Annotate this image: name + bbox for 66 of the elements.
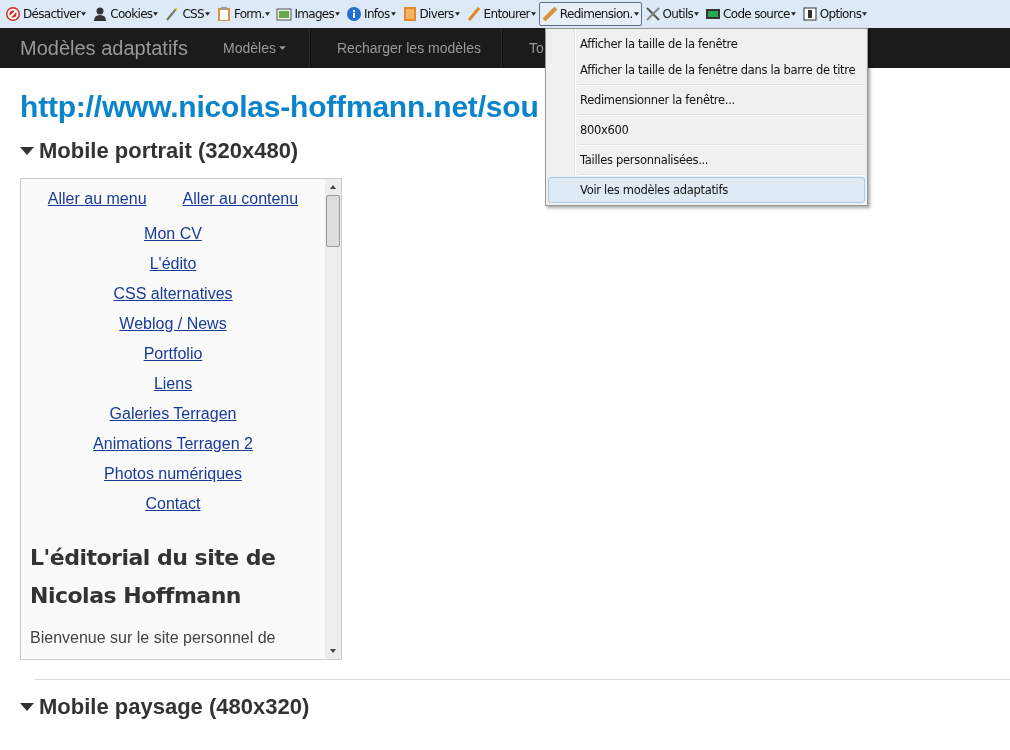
scroll-down-icon[interactable] (330, 649, 336, 653)
nav-link[interactable]: Contact (145, 495, 201, 513)
toolbar-button[interactable]: Infos (343, 2, 399, 26)
menu-item[interactable]: Voir les modèles adaptatifs (548, 177, 865, 203)
nav-link[interactable]: Liens (153, 375, 193, 393)
nav-item[interactable]: Recharger les modèles (310, 28, 502, 68)
section-title: Mobile paysage (480x320) (39, 694, 310, 720)
scroll-thumb[interactable] (326, 195, 340, 247)
caret-icon (530, 12, 536, 16)
toolbar-button[interactable]: Cookies (89, 2, 162, 26)
caret-icon (790, 12, 796, 16)
caret-icon (335, 12, 341, 16)
options-icon (801, 6, 818, 22)
brand-title[interactable]: Modèles adaptatifs (0, 28, 203, 68)
caret-icon (862, 12, 868, 16)
nav-link[interactable]: Photos numériques (104, 465, 242, 483)
caret-icon (81, 12, 87, 16)
book-icon (401, 6, 418, 22)
page-url[interactable]: http://www.nicolas-hoffmann.net/sou (20, 90, 539, 124)
nav-link[interactable]: Portfolio (143, 345, 203, 363)
toolbar-button[interactable]: Images (273, 2, 344, 26)
toolbar-button[interactable]: Options (798, 2, 871, 26)
caret-icon (265, 12, 271, 16)
menu-item[interactable]: Tailles personnalisées... (548, 147, 865, 173)
scrollbar[interactable] (325, 179, 341, 659)
forbidden-icon (5, 6, 21, 22)
skip-link[interactable]: Aller au menu (47, 190, 147, 208)
toggle-triangle-icon[interactable] (20, 703, 34, 711)
nav-item[interactable]: Modèles (203, 28, 310, 68)
toggle-triangle-icon[interactable] (20, 147, 34, 155)
nav-link[interactable]: Animations Terragen 2 (93, 435, 253, 453)
caret-icon (454, 12, 460, 16)
toolbar-button[interactable]: Désactiver (2, 2, 90, 26)
monitor-icon (705, 6, 722, 22)
clipboard-icon (215, 6, 232, 22)
caret-icon (153, 12, 159, 16)
caret-icon (694, 12, 700, 16)
pencil-icon (465, 6, 482, 22)
toolbar-button[interactable]: Form. (212, 2, 274, 26)
wand-icon (164, 6, 181, 22)
person-icon (92, 6, 109, 22)
menu-item[interactable]: 800x600 (548, 117, 865, 143)
caret-icon (204, 12, 210, 16)
toolbar-button[interactable]: Redimension. (538, 2, 642, 26)
ruler-icon (541, 6, 558, 22)
info-icon (346, 6, 363, 22)
nav-link[interactable]: Weblog / News (119, 315, 227, 333)
toolbar-button[interactable]: Code source (702, 2, 799, 26)
caret-icon (633, 12, 639, 16)
scroll-up-icon[interactable] (330, 185, 336, 189)
toolbar-button[interactable]: Outils (641, 2, 703, 26)
picture-icon (276, 6, 293, 22)
toolbar-button[interactable]: Entourer (462, 2, 539, 26)
nav-link[interactable]: L'édito (149, 255, 197, 273)
nav-link[interactable]: Mon CV (144, 225, 202, 243)
article-text: Bienvenue sur le site personnel de (30, 629, 276, 647)
nav-link[interactable]: CSS alternatives (113, 285, 233, 303)
caret-icon (390, 12, 396, 16)
menu-item[interactable]: Redimensionner la fenêtre... (548, 87, 865, 113)
toolbar-button[interactable]: CSS (161, 2, 213, 26)
skip-link[interactable]: Aller au contenu (182, 190, 299, 208)
toolbar-button[interactable]: Divers (398, 2, 463, 26)
section-title: Mobile portrait (320x480) (39, 138, 299, 164)
caret-icon (278, 46, 286, 50)
nav-link[interactable]: Galeries Terragen (109, 405, 237, 423)
article-heading: L'éditorial du site de Nicolas Hoffmann (30, 544, 277, 610)
